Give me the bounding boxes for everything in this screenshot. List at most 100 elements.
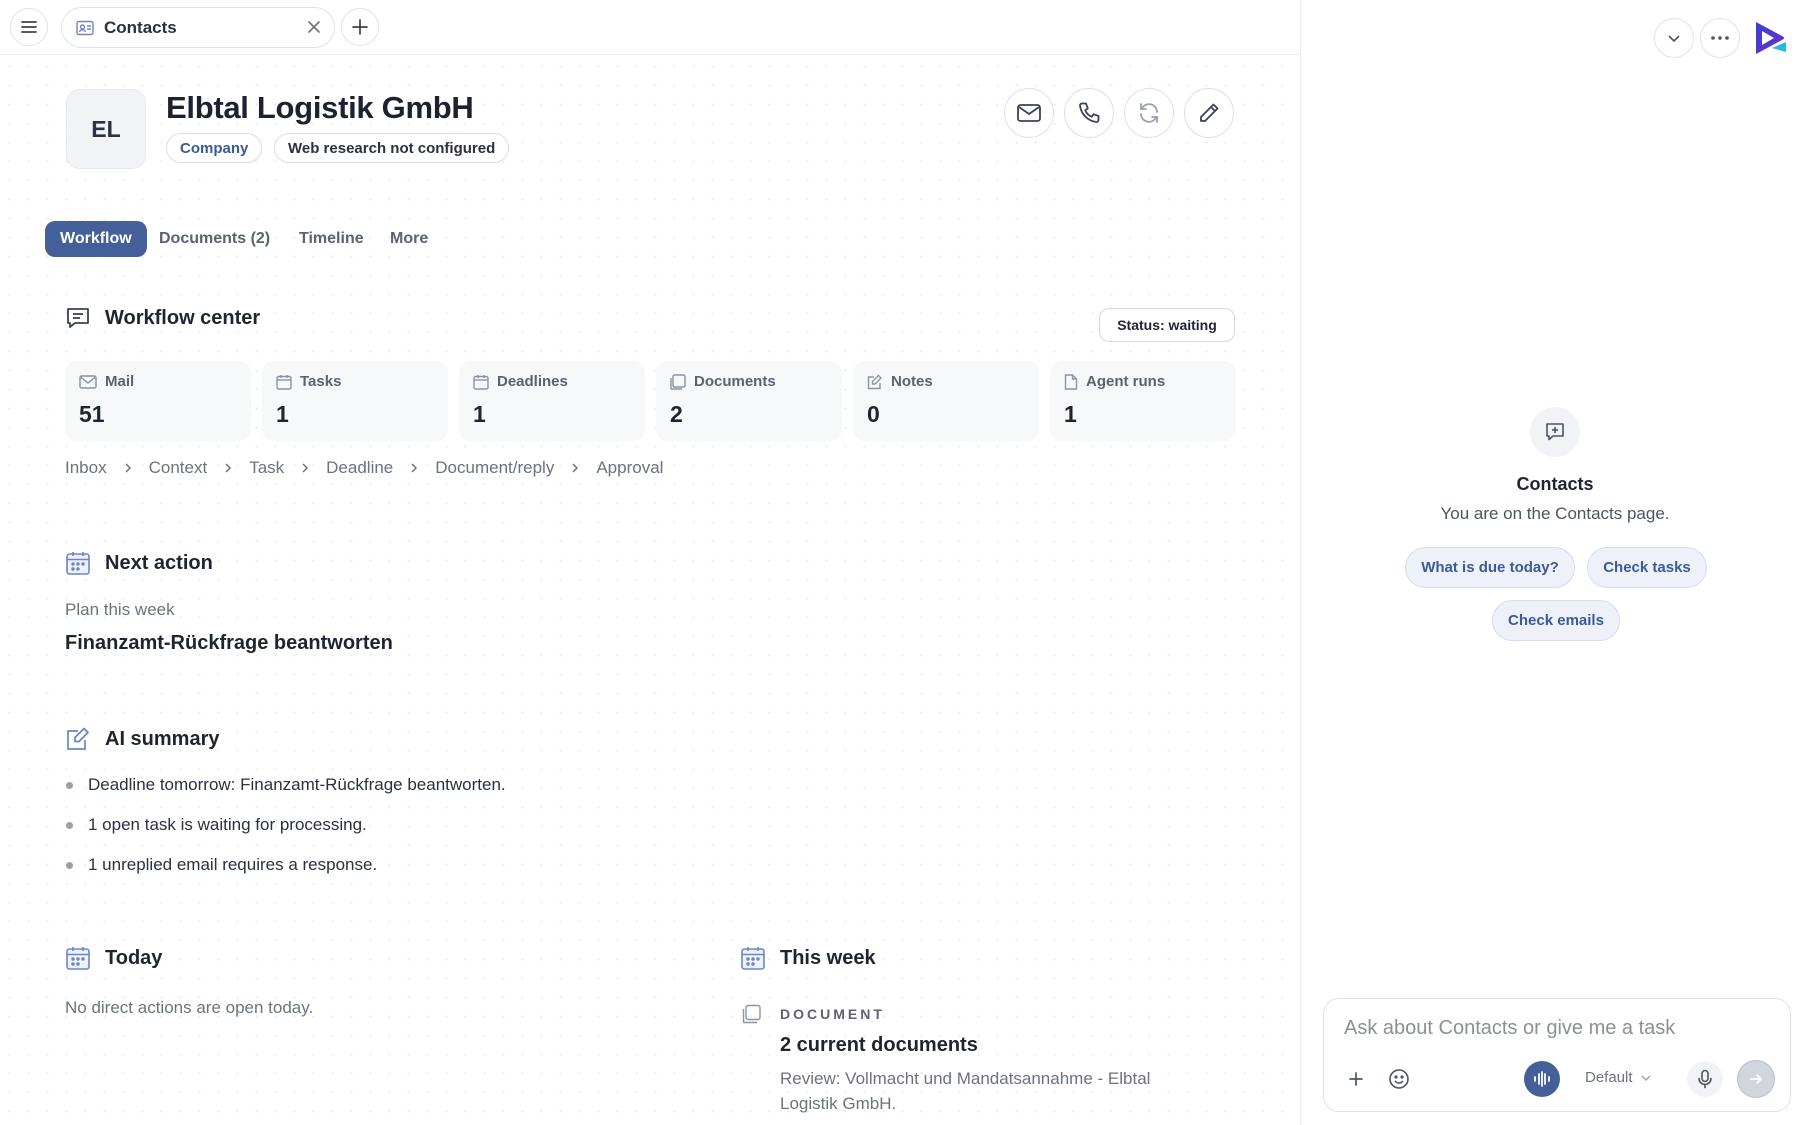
chat-input[interactable]	[1344, 1013, 1764, 1043]
section-title: Next action	[105, 551, 213, 574]
microphone-icon	[1698, 1069, 1712, 1089]
brand-logo	[1750, 18, 1788, 58]
week-item-title[interactable]: 2 current documents	[780, 1034, 978, 1057]
tab-workflow[interactable]: Workflow	[45, 221, 147, 257]
pipeline-step: Inbox	[65, 458, 107, 477]
email-button[interactable]	[1004, 88, 1054, 138]
mail-icon	[1017, 104, 1041, 122]
ai-summary-heading: AI summary	[65, 726, 220, 752]
stat-value: 1	[1064, 401, 1077, 427]
top-bar: Contacts	[0, 0, 1300, 55]
assistant-panel: Contacts You are on the Contacts page. W…	[1300, 0, 1800, 1125]
stat-value: 0	[867, 401, 880, 427]
chat-plus-icon	[1546, 423, 1564, 441]
tab-contacts[interactable]: Contacts	[61, 7, 335, 48]
assistant-subtitle: You are on the Contacts page.	[1440, 504, 1670, 523]
tab-close-button[interactable]	[306, 19, 322, 35]
chevron-down-icon	[1668, 35, 1680, 43]
model-select[interactable]: Default	[1585, 1069, 1652, 1086]
stat-label-text: Mail	[105, 373, 135, 390]
this-week-heading: This week	[740, 945, 876, 971]
status-badge: Status: waiting	[1099, 308, 1235, 342]
edit-button[interactable]	[1184, 88, 1234, 138]
stat-label: Documents	[670, 373, 776, 390]
call-button[interactable]	[1064, 88, 1114, 138]
pipeline-step: Approval	[596, 458, 664, 477]
stat-label-text: Documents	[694, 373, 776, 390]
stat-label-text: Agent runs	[1086, 373, 1166, 390]
calendar-icon	[473, 374, 489, 390]
calendar-icon	[66, 552, 90, 575]
today-empty-state: No direct actions are open today.	[65, 998, 314, 1017]
page-title: Elbtal Logistik GmbH	[166, 90, 474, 125]
company-type-badge: Company	[166, 133, 263, 163]
voice-mode-button[interactable]	[1524, 1061, 1560, 1097]
assistant-title: Contacts	[1516, 474, 1594, 494]
next-action-item[interactable]: Finanzamt-Rückfrage beantworten	[65, 632, 393, 655]
chat-list-icon	[67, 308, 89, 328]
stat-value: 1	[473, 401, 486, 427]
refresh-button[interactable]	[1124, 88, 1174, 138]
stat-card-deadlines[interactable]: Deadlines 1	[459, 361, 645, 441]
web-research-badge: Web research not configured	[274, 133, 510, 163]
calendar-icon	[66, 947, 90, 970]
stat-card-tasks[interactable]: Tasks 1	[262, 361, 448, 441]
stat-card-mail[interactable]: Mail 51	[65, 361, 251, 441]
plus-icon	[1349, 1072, 1363, 1086]
emoji-button[interactable]	[1386, 1066, 1412, 1092]
stat-label: Agent runs	[1064, 373, 1165, 390]
assistant-icon	[1530, 407, 1580, 457]
chevron-right-icon	[570, 462, 580, 474]
stat-label: Mail	[79, 373, 134, 390]
model-select-value: Default	[1585, 1069, 1633, 1086]
list-item: Deadline tomorrow: Finanzamt-Rückfrage b…	[65, 775, 506, 815]
document-icon	[670, 373, 686, 390]
collapse-button[interactable]	[1654, 18, 1694, 58]
microphone-button[interactable]	[1687, 1061, 1723, 1097]
suggestion-due-today[interactable]: What is due today?	[1405, 547, 1575, 588]
chevron-down-icon	[1641, 1075, 1651, 1081]
section-title: AI summary	[105, 727, 220, 750]
mail-icon	[79, 374, 97, 389]
menu-button[interactable]	[10, 8, 48, 46]
arrow-right-icon	[1749, 1074, 1763, 1084]
refresh-icon	[1140, 103, 1158, 123]
more-options-button[interactable]	[1700, 18, 1740, 58]
hamburger-icon	[21, 21, 37, 33]
smiley-icon	[1389, 1069, 1409, 1089]
section-title: This week	[780, 946, 876, 969]
waveform-icon	[1534, 1071, 1550, 1087]
workflow-center-heading: Workflow center	[65, 305, 260, 331]
pipeline-step: Document/reply	[435, 458, 555, 477]
stat-card-agent-runs[interactable]: Agent runs 1	[1050, 361, 1236, 441]
send-button[interactable]	[1737, 1060, 1775, 1098]
chevron-right-icon	[409, 462, 419, 474]
attach-button[interactable]	[1344, 1067, 1368, 1091]
stat-label: Tasks	[276, 373, 341, 390]
tab-more[interactable]: More	[375, 221, 443, 257]
stat-label: Deadlines	[473, 373, 568, 390]
stat-value: 2	[670, 401, 683, 427]
suggestion-check-emails[interactable]: Check emails	[1492, 600, 1620, 641]
stat-label-text: Tasks	[300, 373, 342, 390]
ellipsis-icon	[1711, 36, 1729, 40]
section-title: Workflow center	[105, 306, 261, 329]
chevron-right-icon	[223, 462, 233, 474]
tab-documents[interactable]: Documents (2)	[144, 221, 285, 257]
stat-label-text: Notes	[891, 373, 933, 390]
contacts-icon	[76, 20, 94, 35]
tab-timeline[interactable]: Timeline	[284, 221, 379, 257]
stat-label: Notes	[867, 373, 933, 390]
section-title: Today	[105, 946, 163, 969]
pipeline-step: Context	[148, 458, 208, 477]
new-tab-button[interactable]	[341, 8, 379, 46]
tab-label: Contacts	[104, 17, 177, 37]
chevron-right-icon	[123, 462, 133, 474]
logo-icon	[1756, 22, 1786, 54]
file-icon	[1064, 373, 1078, 390]
list-item: 1 open task is waiting for processing.	[65, 815, 506, 855]
stat-card-notes[interactable]: Notes 0	[853, 361, 1039, 441]
calendar-icon	[741, 947, 765, 970]
stat-card-documents[interactable]: Documents 2	[656, 361, 842, 441]
suggestion-check-tasks[interactable]: Check tasks	[1587, 547, 1707, 588]
